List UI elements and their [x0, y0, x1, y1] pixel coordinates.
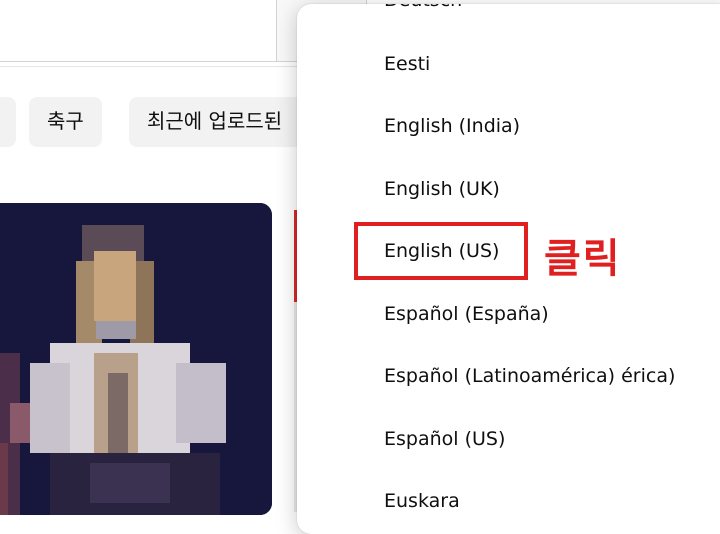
language-option-english-uk[interactable]: English (UK) — [384, 169, 500, 209]
language-option-english-india[interactable]: English (India) — [384, 106, 520, 146]
click-annotation-label: 클릭 — [544, 236, 622, 282]
language-option-deutsch[interactable]: Deutsch — [384, 4, 462, 20]
search-input[interactable] — [0, 0, 277, 62]
language-option-espanol-espana[interactable]: Español (España) — [384, 294, 549, 334]
language-option-eesti[interactable]: Eesti — [384, 44, 430, 84]
filter-chip-soccer[interactable]: 축구 — [29, 97, 102, 147]
language-option-espanol-us[interactable]: Español (US) — [384, 419, 505, 459]
language-option-euskara[interactable]: Euskara — [384, 481, 460, 521]
filter-chip[interactable] — [0, 97, 16, 147]
video-thumbnail[interactable] — [0, 203, 272, 515]
language-option-espanol-latinoamerica[interactable]: Español (Latinoamérica) érica) — [384, 356, 675, 396]
highlight-annotation-box — [354, 222, 528, 280]
